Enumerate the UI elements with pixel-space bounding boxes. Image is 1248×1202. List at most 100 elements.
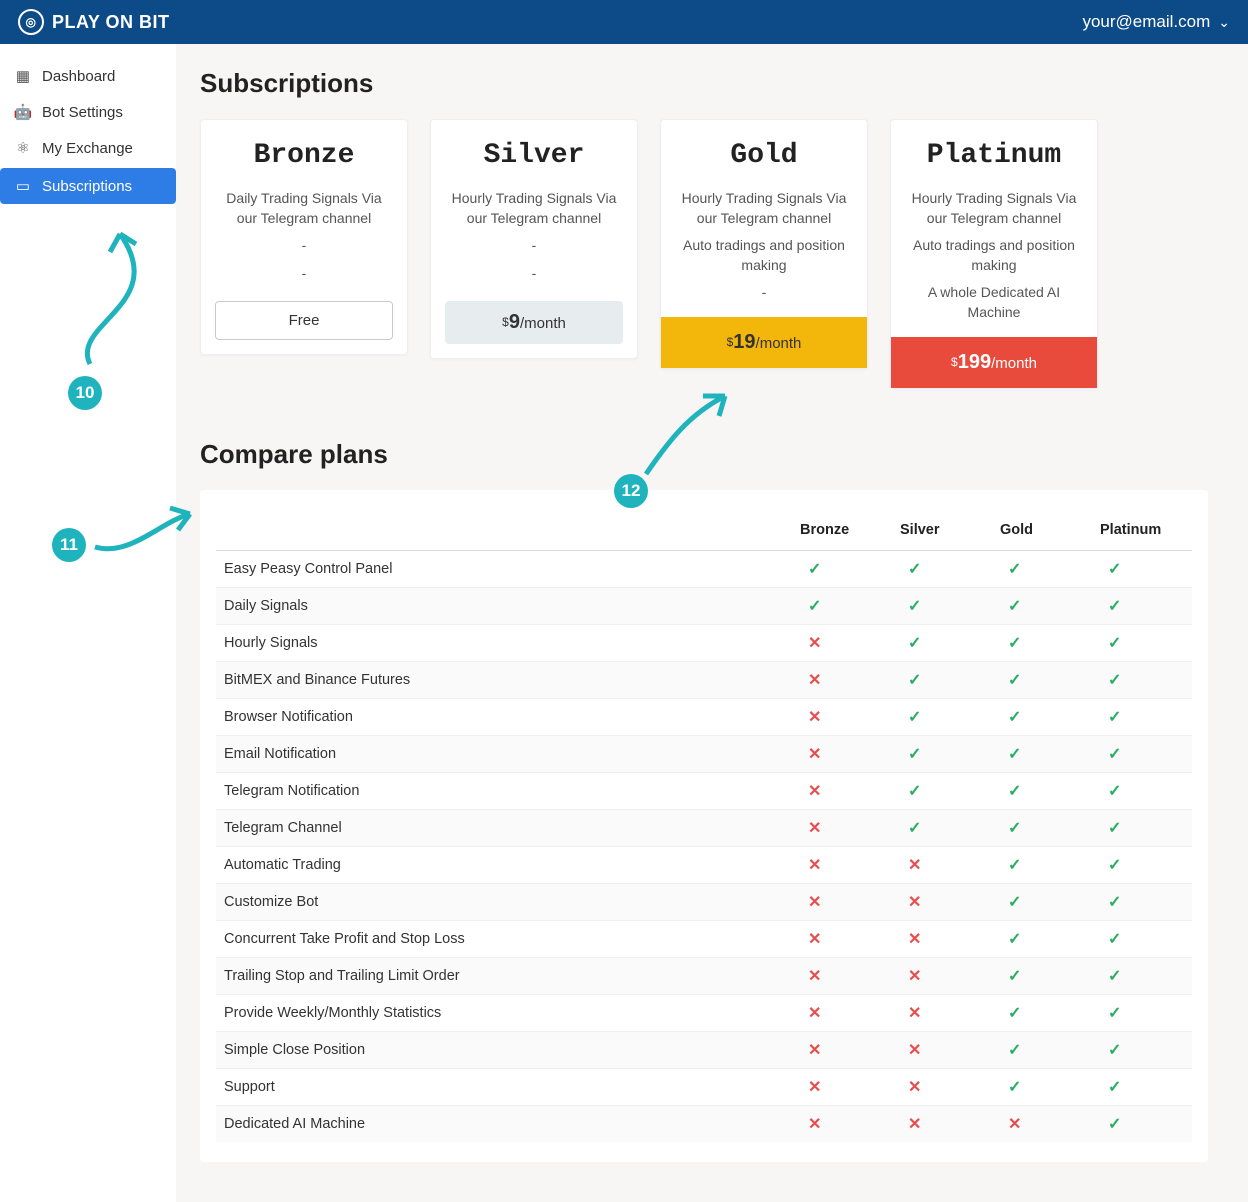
feature-name: Telegram Notification: [216, 772, 792, 809]
cross-icon: ✕: [808, 783, 821, 800]
brand-text: PLAY ON BIT: [52, 12, 170, 33]
check-icon: ✓: [908, 598, 921, 615]
check-icon: ✓: [908, 561, 921, 578]
check-icon: ✓: [908, 820, 921, 837]
user-menu[interactable]: your@email.com ⌄: [1082, 12, 1230, 32]
plan-card-gold: GoldHourly Trading Signals Via our Teleg…: [660, 119, 868, 369]
compare-column-header: Silver: [892, 510, 992, 551]
check-icon: ✓: [1108, 931, 1121, 948]
annotation-12: 12: [614, 474, 648, 508]
feature-name: Daily Signals: [216, 587, 792, 624]
check-icon: ✓: [808, 598, 821, 615]
cross-icon: ✕: [908, 1116, 921, 1133]
plan-feature: Auto tradings and position making: [905, 236, 1083, 275]
plans-row: BronzeDaily Trading Signals Via our Tele…: [200, 119, 1208, 389]
sidebar-item-bot-settings[interactable]: 🤖 Bot Settings: [0, 94, 176, 130]
cross-icon: ✕: [908, 931, 921, 948]
check-icon: ✓: [1008, 968, 1021, 985]
plan-price-button[interactable]: Free: [215, 301, 393, 340]
check-icon: ✓: [1008, 709, 1021, 726]
check-icon: ✓: [1008, 1042, 1021, 1059]
feature-name: Support: [216, 1068, 792, 1105]
table-row: Telegram Channel✕✓✓✓: [216, 809, 1192, 846]
sidebar-item-dashboard[interactable]: ▦ Dashboard: [0, 58, 176, 94]
table-row: Email Notification✕✓✓✓: [216, 735, 1192, 772]
check-icon: ✓: [1008, 783, 1021, 800]
table-row: Support✕✕✓✓: [216, 1068, 1192, 1105]
annotation-arrow-10: [60, 224, 150, 374]
check-icon: ✓: [1108, 1079, 1121, 1096]
table-row: Concurrent Take Profit and Stop Loss✕✕✓✓: [216, 920, 1192, 957]
plan-feature: Hourly Trading Signals Via our Telegram …: [905, 189, 1083, 228]
card-icon: ▭: [14, 177, 32, 195]
cross-icon: ✕: [808, 931, 821, 948]
top-bar: ◎ PLAY ON BIT your@email.com ⌄: [0, 0, 1248, 44]
check-icon: ✓: [908, 672, 921, 689]
check-icon: ✓: [1108, 598, 1121, 615]
check-icon: ✓: [1108, 635, 1121, 652]
check-icon: ✓: [1108, 968, 1121, 985]
check-icon: ✓: [1108, 857, 1121, 874]
plan-name: Silver: [445, 140, 623, 171]
user-email: your@email.com: [1082, 12, 1210, 32]
price-period: /month: [756, 335, 802, 352]
cross-icon: ✕: [908, 968, 921, 985]
compare-column-header: [216, 510, 792, 551]
table-row: Simple Close Position✕✕✓✓: [216, 1031, 1192, 1068]
check-icon: ✓: [1108, 746, 1121, 763]
price-period: /month: [991, 355, 1037, 372]
cross-icon: ✕: [908, 1005, 921, 1022]
sidebar-item-my-exchange[interactable]: ⚛ My Exchange: [0, 130, 176, 166]
check-icon: ✓: [1008, 1079, 1021, 1096]
plan-price-button[interactable]: $19/month: [661, 317, 867, 368]
compare-column-header: Gold: [992, 510, 1092, 551]
feature-name: Provide Weekly/Monthly Statistics: [216, 994, 792, 1031]
check-icon: ✓: [1108, 709, 1121, 726]
sidebar-item-subscriptions[interactable]: ▭ Subscriptions: [0, 168, 176, 204]
cross-icon: ✕: [808, 857, 821, 874]
table-row: Customize Bot✕✕✓✓: [216, 883, 1192, 920]
plan-card-silver: Silver Hourly Trading Signals Via our Tel…: [430, 119, 638, 359]
cross-icon: ✕: [808, 1116, 821, 1133]
compare-table-wrap: BronzeSilverGoldPlatinum Easy Peasy Cont…: [200, 490, 1208, 1162]
annotation-arrow-12: [640, 384, 740, 484]
cross-icon: ✕: [908, 894, 921, 911]
check-icon: ✓: [908, 746, 921, 763]
cross-icon: ✕: [808, 746, 821, 763]
check-icon: ✓: [1008, 561, 1021, 578]
currency-symbol: $: [951, 355, 958, 369]
annotation-11: 11: [52, 528, 86, 562]
plan-feature: Hourly Trading Signals Via our Telegram …: [445, 189, 623, 228]
feature-name: Telegram Channel: [216, 809, 792, 846]
feature-name: Browser Notification: [216, 698, 792, 735]
cross-icon: ✕: [808, 820, 821, 837]
price-period: /month: [520, 315, 566, 332]
table-row: Daily Signals✓✓✓✓: [216, 587, 1192, 624]
table-row: Provide Weekly/Monthly Statistics✕✕✓✓: [216, 994, 1192, 1031]
plan-feature: Auto tradings and position making: [675, 236, 853, 275]
table-row: Hourly Signals✕✓✓✓: [216, 624, 1192, 661]
plan-price-button[interactable]: $9/month: [445, 301, 623, 344]
annotation-arrow-11: [90, 502, 200, 562]
table-row: Easy Peasy Control Panel✓✓✓✓: [216, 550, 1192, 587]
check-icon: ✓: [908, 709, 921, 726]
table-row: Telegram Notification✕✓✓✓: [216, 772, 1192, 809]
compare-table: BronzeSilverGoldPlatinum Easy Peasy Cont…: [216, 510, 1192, 1142]
cross-icon: ✕: [808, 672, 821, 689]
sidebar-item-label: Dashboard: [42, 68, 115, 85]
robot-icon: 🤖: [14, 103, 32, 121]
plan-price-button[interactable]: $199/month: [891, 337, 1097, 388]
currency-symbol: $: [502, 315, 509, 329]
price-amount: 19: [733, 331, 755, 353]
check-icon: ✓: [1108, 672, 1121, 689]
price-amount: 9: [509, 311, 520, 333]
check-icon: ✓: [1008, 857, 1021, 874]
table-row: Automatic Trading✕✕✓✓: [216, 846, 1192, 883]
feature-name: Dedicated AI Machine: [216, 1105, 792, 1142]
plan-name: Platinum: [905, 140, 1083, 171]
plan-name: Bronze: [215, 140, 393, 171]
feature-name: Email Notification: [216, 735, 792, 772]
plan-feature: -: [215, 236, 393, 256]
cross-icon: ✕: [908, 1079, 921, 1096]
check-icon: ✓: [1008, 635, 1021, 652]
